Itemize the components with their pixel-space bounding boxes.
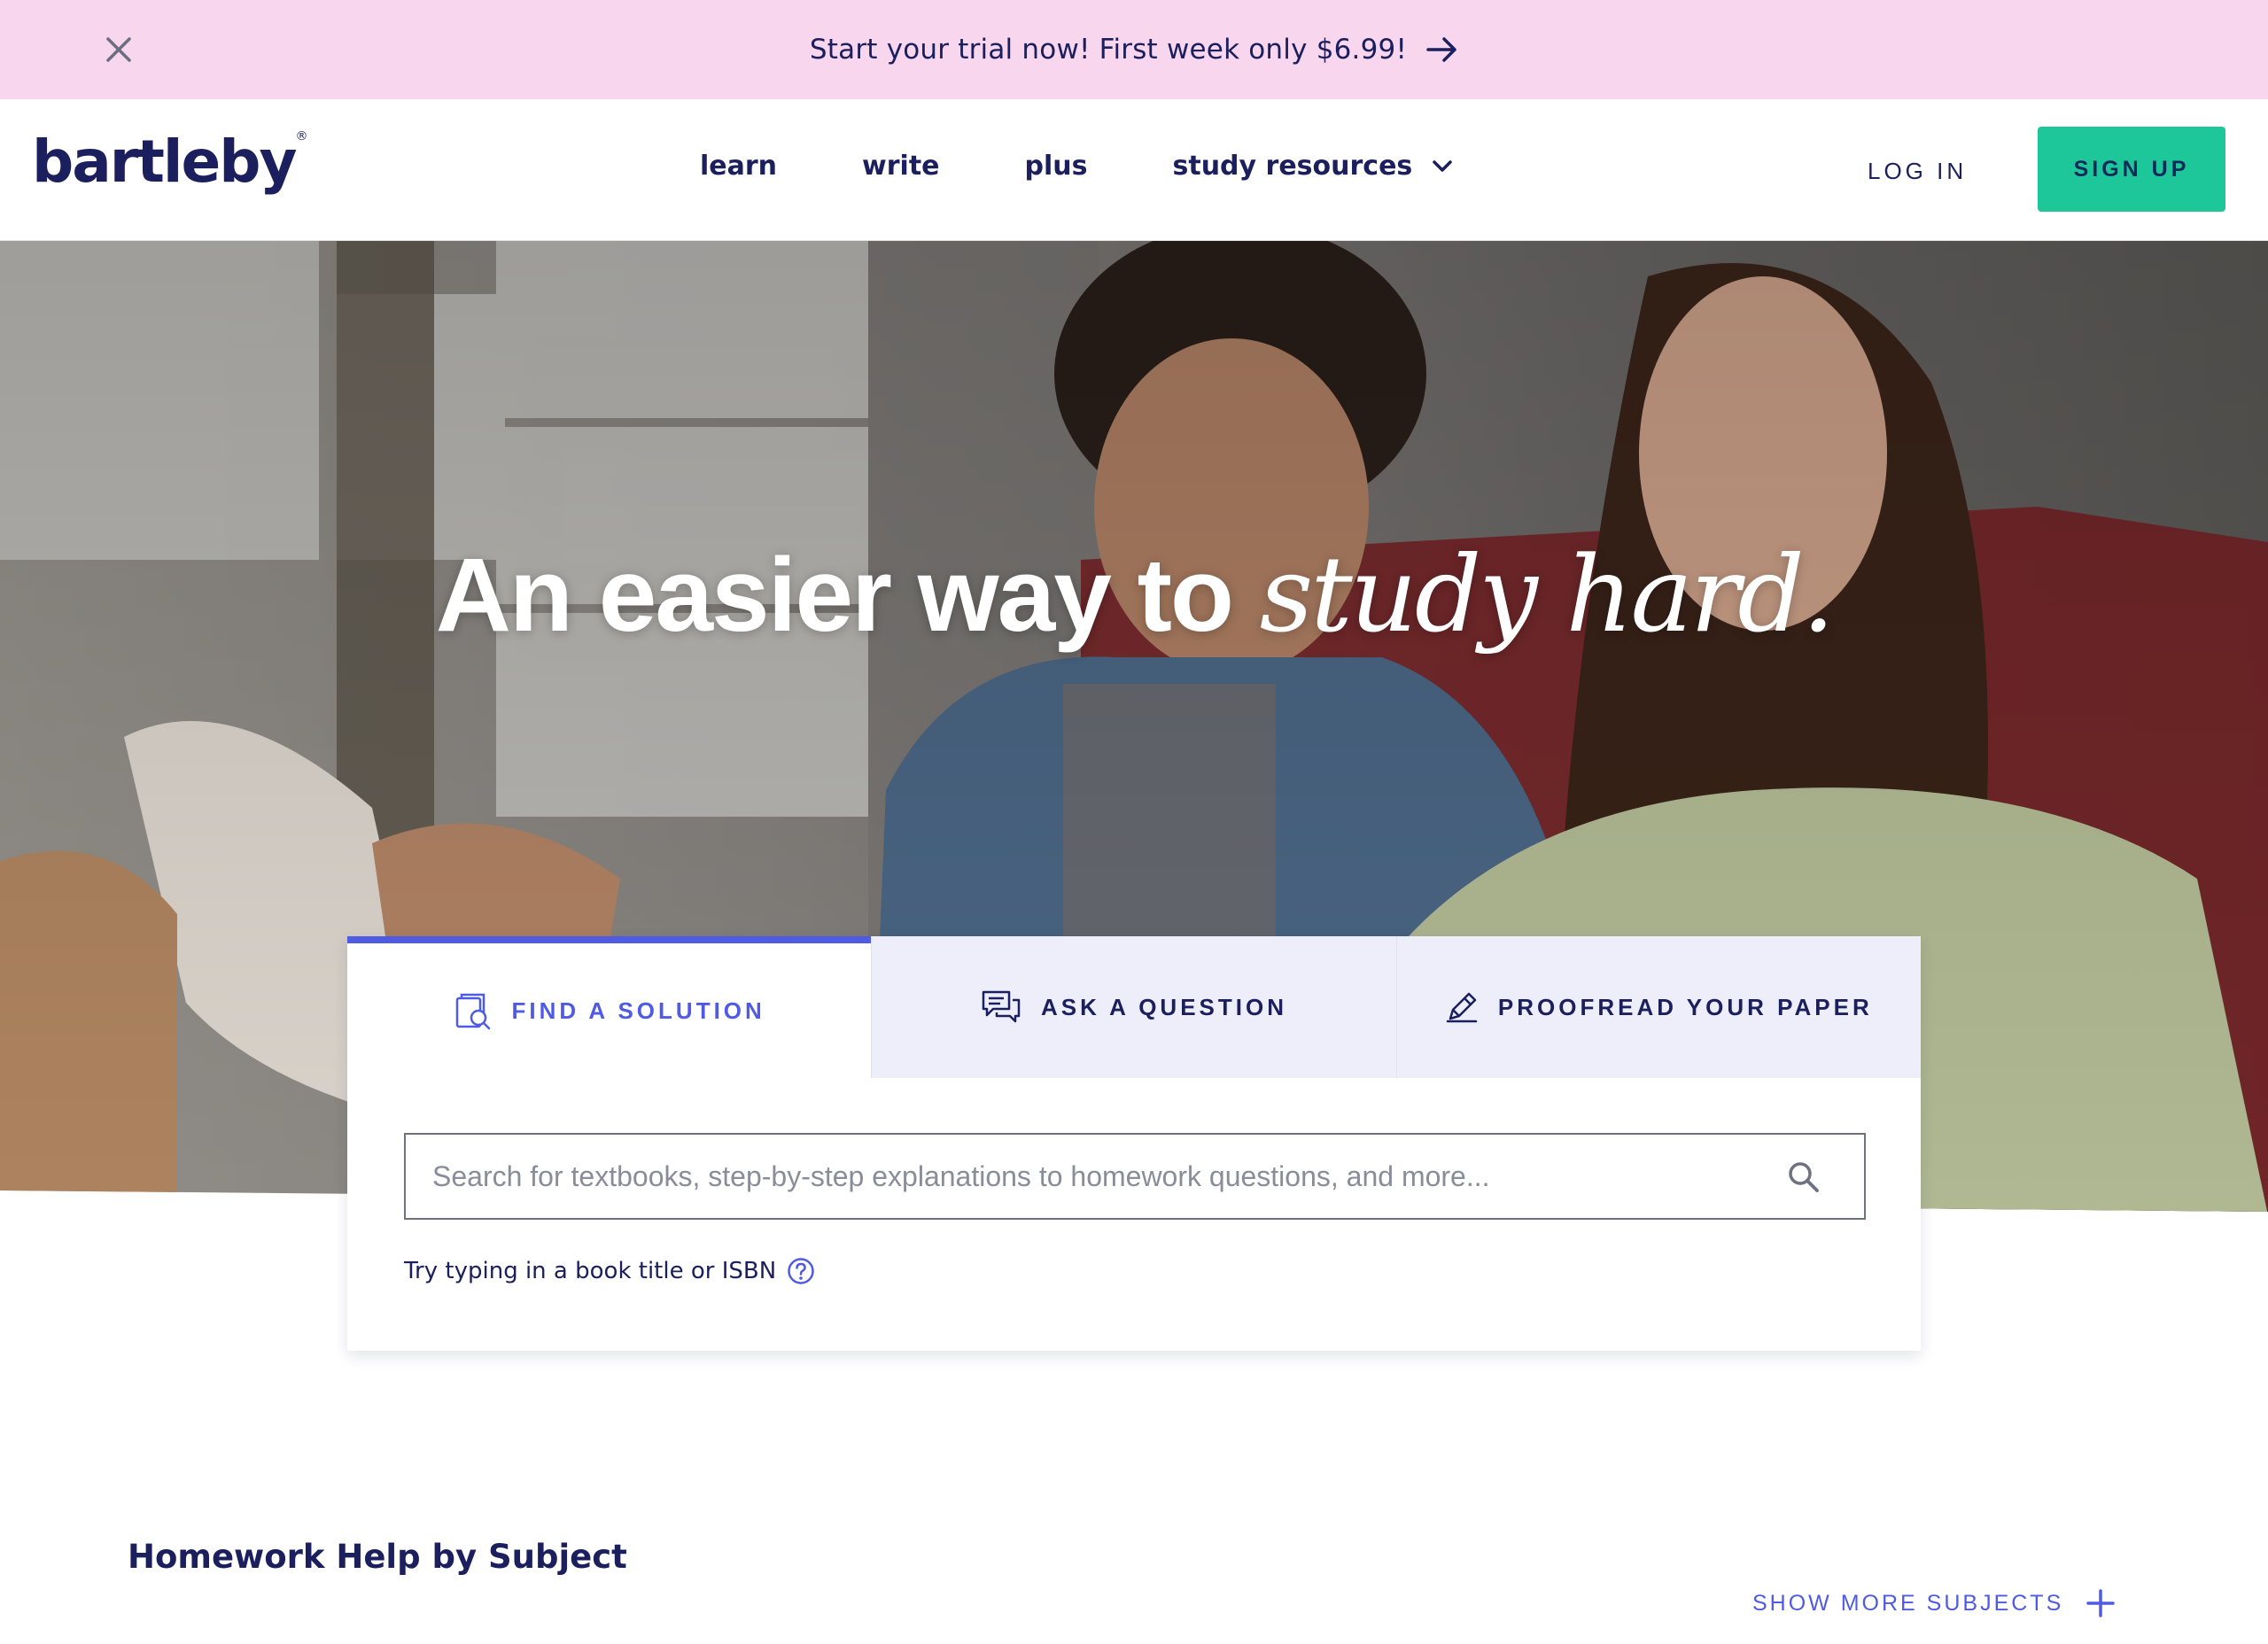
promo-link[interactable]: Start your trial now! First week only $6…: [810, 34, 1458, 66]
hero-title-plain: An easier way to: [435, 537, 1260, 654]
tab-label: FIND A SOLUTION: [511, 996, 765, 1024]
plus-icon: [2086, 1589, 2115, 1617]
hero-headline: An easier way to study hard.: [0, 533, 2268, 655]
show-more-label: SHOW MORE SUBJECTS: [1752, 1590, 2064, 1616]
arrow-right-icon: [1426, 37, 1456, 62]
nav-label: write: [862, 151, 940, 182]
signup-button[interactable]: SIGN UP: [2038, 127, 2225, 212]
search-icon[interactable]: [1786, 1159, 1821, 1195]
promo-text: Start your trial now! First week only $6…: [809, 34, 1408, 66]
nav-label: learn: [700, 151, 778, 182]
nav-item-learn[interactable]: learn: [700, 151, 777, 182]
close-icon[interactable]: [99, 30, 138, 69]
nav-item-study-resources[interactable]: study resources: [1173, 151, 1454, 182]
book-search-icon: [455, 993, 490, 1030]
nav-item-plus[interactable]: plus: [1025, 151, 1088, 182]
search-box: [404, 1133, 1866, 1220]
help-icon[interactable]: [787, 1257, 815, 1285]
search-input[interactable]: [432, 1159, 1779, 1193]
chat-bubbles-icon: [982, 990, 1021, 1023]
nav-item-write[interactable]: write: [862, 151, 939, 182]
show-more-subjects-link[interactable]: SHOW MORE SUBJECTS: [1752, 1589, 2115, 1617]
site-header: bartleby® learn write plus study resourc…: [0, 99, 2268, 241]
tab-find-a-solution[interactable]: FIND A SOLUTION: [347, 936, 872, 1078]
subjects-heading: Homework Help by Subject: [128, 1538, 627, 1576]
search-card: FIND A SOLUTION ASK A QUESTION PROOFREAD…: [347, 936, 1921, 1351]
tab-proofread-your-paper[interactable]: PROOFREAD YOUR PAPER: [1395, 936, 1921, 1078]
registered-mark: ®: [295, 129, 308, 143]
hint-text: Try typing in a book title or ISBN: [404, 1258, 777, 1284]
nav-label: study resources: [1172, 151, 1413, 182]
pencil-icon: [1446, 992, 1478, 1023]
tab-label: PROOFREAD YOUR PAPER: [1497, 993, 1873, 1020]
tab-ask-a-question[interactable]: ASK A QUESTION: [871, 936, 1396, 1078]
tab-label: ASK A QUESTION: [1041, 993, 1287, 1020]
chevron-down-icon: [1433, 159, 1453, 172]
search-tabs: FIND A SOLUTION ASK A QUESTION PROOFREAD…: [347, 936, 1921, 1078]
bartleby-logo[interactable]: bartleby®: [32, 128, 308, 196]
promo-banner: Start your trial now! First week only $6…: [0, 0, 2268, 99]
logo-text: bartleby: [32, 128, 298, 196]
login-link[interactable]: LOG IN: [1868, 158, 1967, 185]
hero-title-accent: study hard.: [1259, 533, 1835, 655]
nav-label: plus: [1024, 151, 1088, 182]
search-hint: Try typing in a book title or ISBN: [404, 1257, 815, 1285]
main-nav: learn write plus study resources: [700, 151, 1538, 182]
